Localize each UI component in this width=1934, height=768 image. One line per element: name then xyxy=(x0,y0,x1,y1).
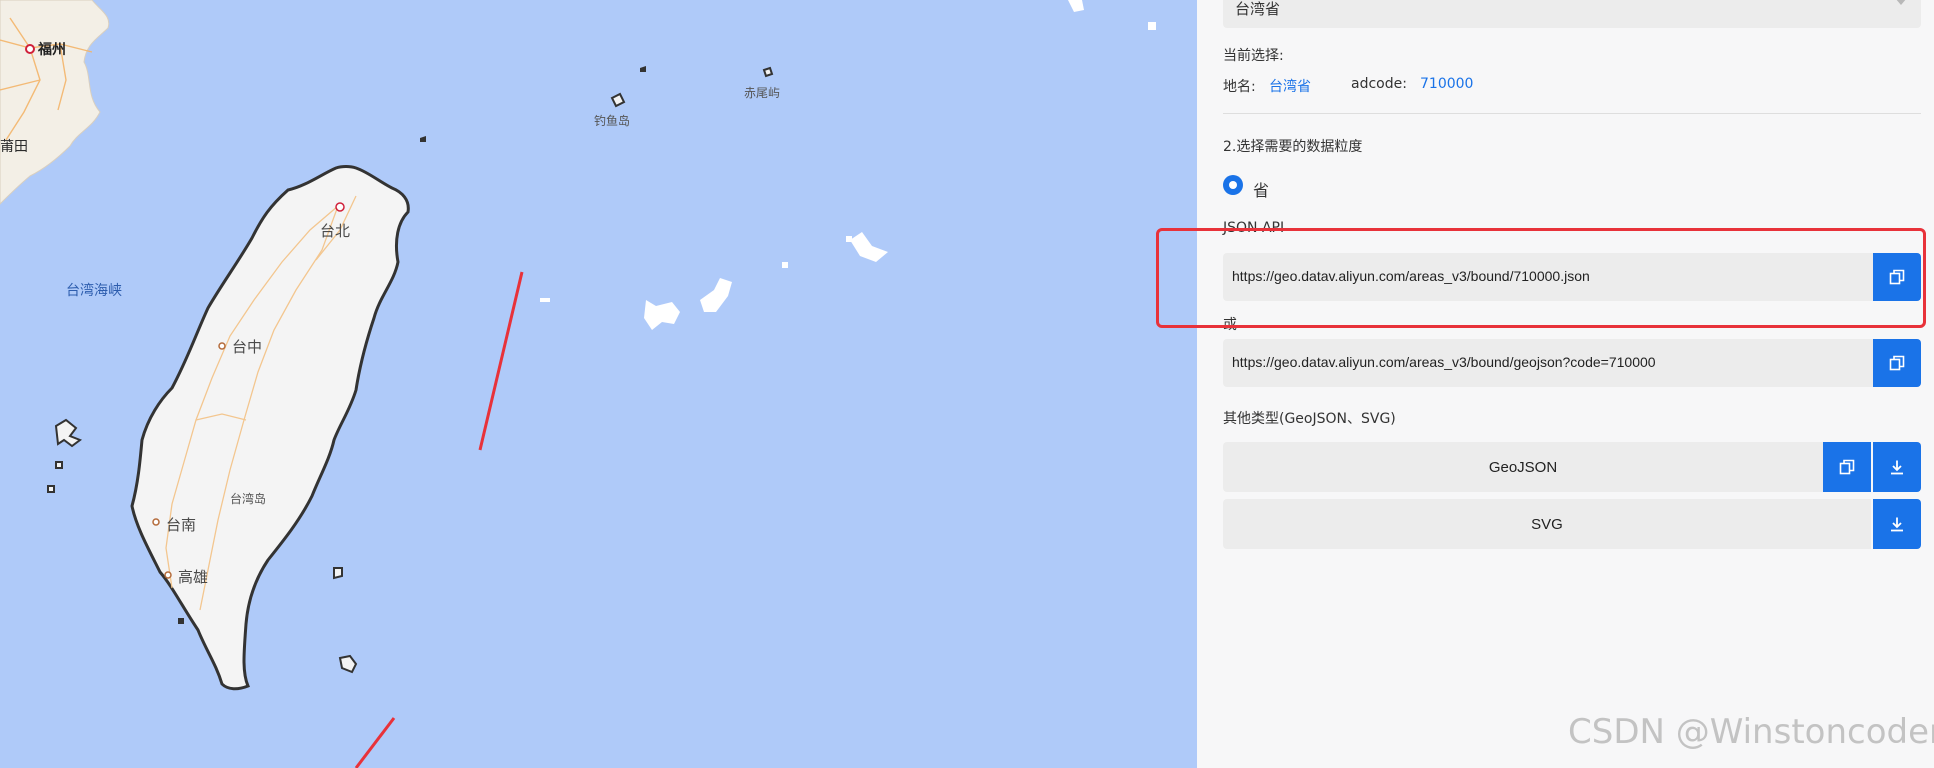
label-diaoyu: 钓鱼岛 xyxy=(594,114,631,128)
granularity-option-label: 省 xyxy=(1253,181,1270,200)
orchid-island xyxy=(338,654,358,674)
region-select-value: 台湾省 xyxy=(1235,0,1281,18)
tainan-marker xyxy=(152,518,160,526)
place-name-value: 台湾省 xyxy=(1269,79,1311,95)
svg-option[interactable]: SVG xyxy=(1223,499,1871,549)
chevron-down-icon xyxy=(1895,0,1907,5)
label-taiwan-strait: 台湾海峡 xyxy=(66,283,122,299)
label-tainan: 台南 xyxy=(166,516,197,534)
svg-label: SVG xyxy=(1531,515,1563,533)
copy-icon xyxy=(1839,459,1855,475)
download-geojson-button[interactable] xyxy=(1873,442,1921,492)
label-taiwan-island: 台湾岛 xyxy=(230,492,267,506)
other-types-label: 其他类型(GeoJSON、SVG) xyxy=(1223,411,1396,427)
adcode-value: 710000 xyxy=(1420,76,1474,92)
label-chiwei: 赤尾屿 xyxy=(744,86,781,100)
api-url-field-2[interactable]: https://geo.datav.aliyun.com/areas_v3/bo… xyxy=(1223,339,1873,387)
divider xyxy=(1223,113,1921,114)
red-line-2 xyxy=(354,717,396,768)
step2-title: 2.选择需要的数据粒度 xyxy=(1223,139,1363,155)
islet-b xyxy=(420,136,426,142)
copy-icon xyxy=(1889,355,1905,371)
islet-a xyxy=(640,66,646,72)
penghu-isle-2 xyxy=(55,461,63,469)
download-svg-button[interactable] xyxy=(1873,499,1921,549)
label-putian: 莆田 xyxy=(0,139,28,155)
label-fuzhou: 福州 xyxy=(38,42,66,58)
chiwei-island xyxy=(762,66,774,78)
red-line-1 xyxy=(478,271,524,451)
adcode-label: adcode: xyxy=(1351,76,1407,92)
taipei-marker xyxy=(335,202,345,212)
kaohsiung-marker xyxy=(164,571,172,579)
taichung-marker xyxy=(218,342,226,350)
diaoyu-island xyxy=(610,92,626,108)
penghu-islands xyxy=(54,418,83,448)
mainland-land xyxy=(0,0,110,205)
watermark: CSDN @Winstoncoder xyxy=(1568,712,1934,752)
label-kaohsiung: 高雄 xyxy=(178,568,209,586)
fuzhou-marker xyxy=(25,44,35,54)
copy-geojson-button[interactable] xyxy=(1823,442,1871,492)
place-name-label: 地名: xyxy=(1223,79,1256,95)
highlight-box xyxy=(1156,228,1926,328)
green-island xyxy=(333,567,343,580)
region-select[interactable]: 台湾省 xyxy=(1223,0,1921,28)
download-icon xyxy=(1891,517,1903,532)
label-taipei: 台北 xyxy=(320,222,351,240)
label-taichung: 台中 xyxy=(232,338,263,356)
penghu-isle-3 xyxy=(47,485,55,493)
granularity-radio[interactable] xyxy=(1223,175,1243,195)
copy-url-2-button[interactable] xyxy=(1873,339,1921,387)
taiwan-island xyxy=(130,165,410,691)
map-view[interactable]: 福州 莆田 台湾海峡 台北 台中 台南 高雄 台湾岛 钓鱼岛 赤尾屿 xyxy=(0,0,1197,768)
geojson-label: GeoJSON xyxy=(1488,458,1558,476)
download-icon xyxy=(1891,460,1903,475)
ryukyu-islands xyxy=(540,0,1156,330)
current-selection-label: 当前选择: xyxy=(1223,48,1284,64)
geojson-option[interactable]: GeoJSON xyxy=(1223,442,1823,492)
liuqiu-isle xyxy=(178,618,184,624)
app-root: 福州 莆田 台湾海峡 台北 台中 台南 高雄 台湾岛 钓鱼岛 赤尾屿 台湾省 当… xyxy=(0,0,1934,768)
